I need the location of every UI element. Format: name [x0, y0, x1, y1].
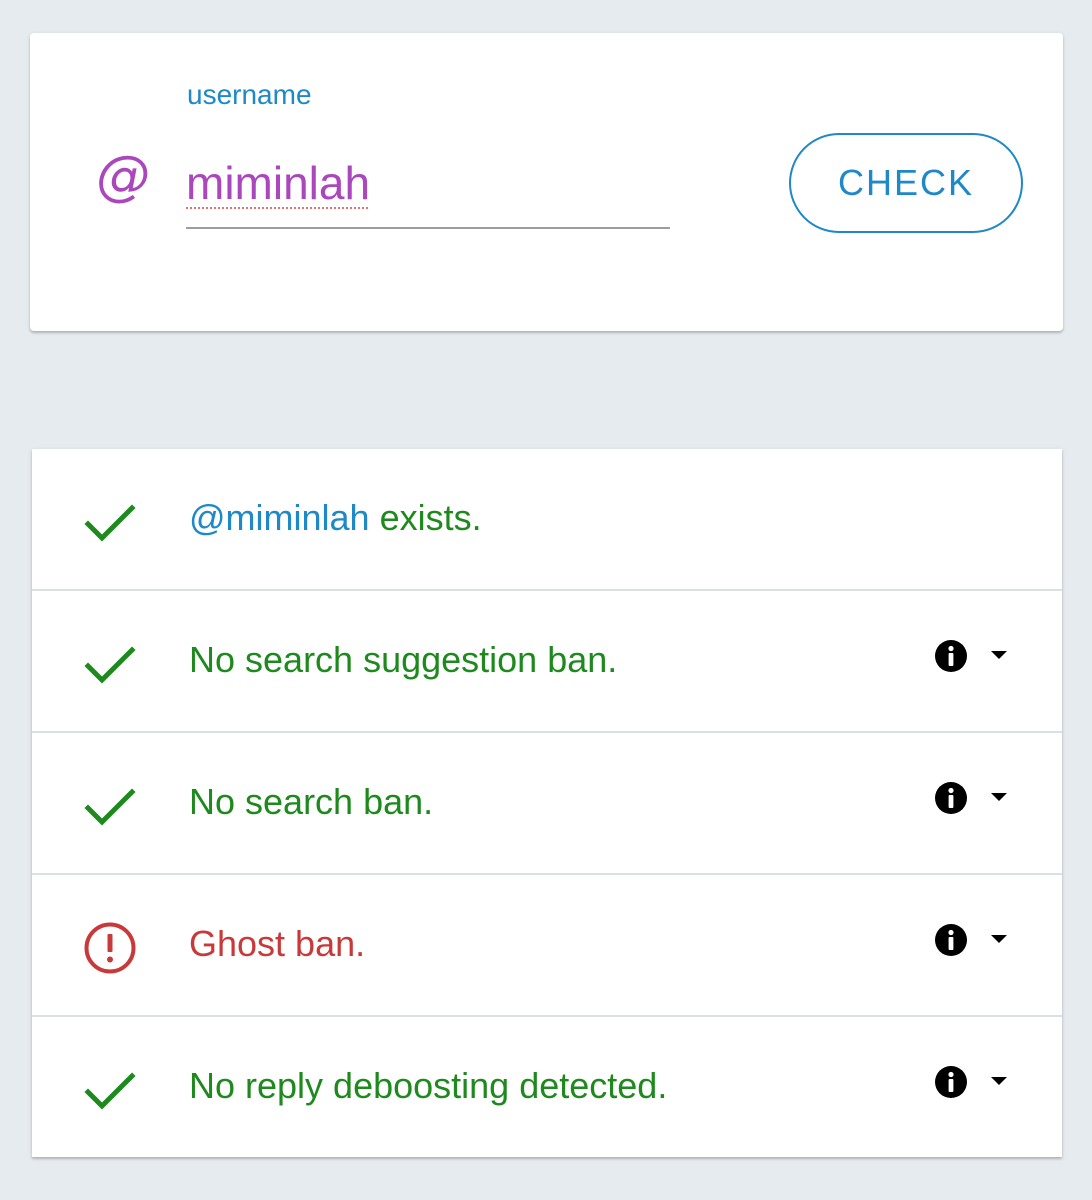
result-text: Ghost ban.	[189, 923, 366, 964]
exists-text: exists.	[369, 497, 482, 538]
username-input[interactable]	[186, 139, 670, 229]
result-row-ghost-ban: Ghost ban.	[32, 875, 1062, 1017]
result-text: @miminlah exists.	[189, 495, 482, 541]
check-icon	[82, 494, 138, 550]
username-handle[interactable]: @miminlah	[189, 497, 370, 538]
caret-down-icon[interactable]	[988, 790, 1010, 804]
info-icon[interactable]	[934, 639, 968, 673]
result-row-search-ban: No search ban.	[32, 733, 1062, 875]
username-label: username	[187, 79, 312, 110]
check-button[interactable]: CHECK	[789, 133, 1023, 233]
result-row-reply-deboosting: No reply deboosting detected.	[32, 1017, 1062, 1157]
info-icon[interactable]	[934, 781, 968, 815]
results-card: @miminlah exists. No search suggestion b…	[32, 449, 1062, 1157]
info-icon[interactable]	[934, 923, 968, 957]
caret-down-icon[interactable]	[988, 932, 1010, 946]
alert-circle-icon	[82, 920, 138, 976]
check-icon	[82, 778, 138, 834]
check-icon	[82, 1062, 138, 1118]
result-text: No reply deboosting detected.	[189, 1065, 668, 1106]
result-text: No search ban.	[189, 781, 434, 822]
check-icon	[82, 636, 138, 692]
caret-down-icon[interactable]	[988, 648, 1010, 662]
username-search-card: @ username CHECK	[30, 33, 1063, 331]
result-text: No search suggestion ban.	[189, 639, 618, 680]
info-icon[interactable]	[934, 1065, 968, 1099]
caret-down-icon[interactable]	[988, 1074, 1010, 1088]
at-sign-icon: @	[96, 144, 150, 207]
result-row-exists: @miminlah exists.	[32, 449, 1062, 591]
result-row-search-suggestion-ban: No search suggestion ban.	[32, 591, 1062, 733]
